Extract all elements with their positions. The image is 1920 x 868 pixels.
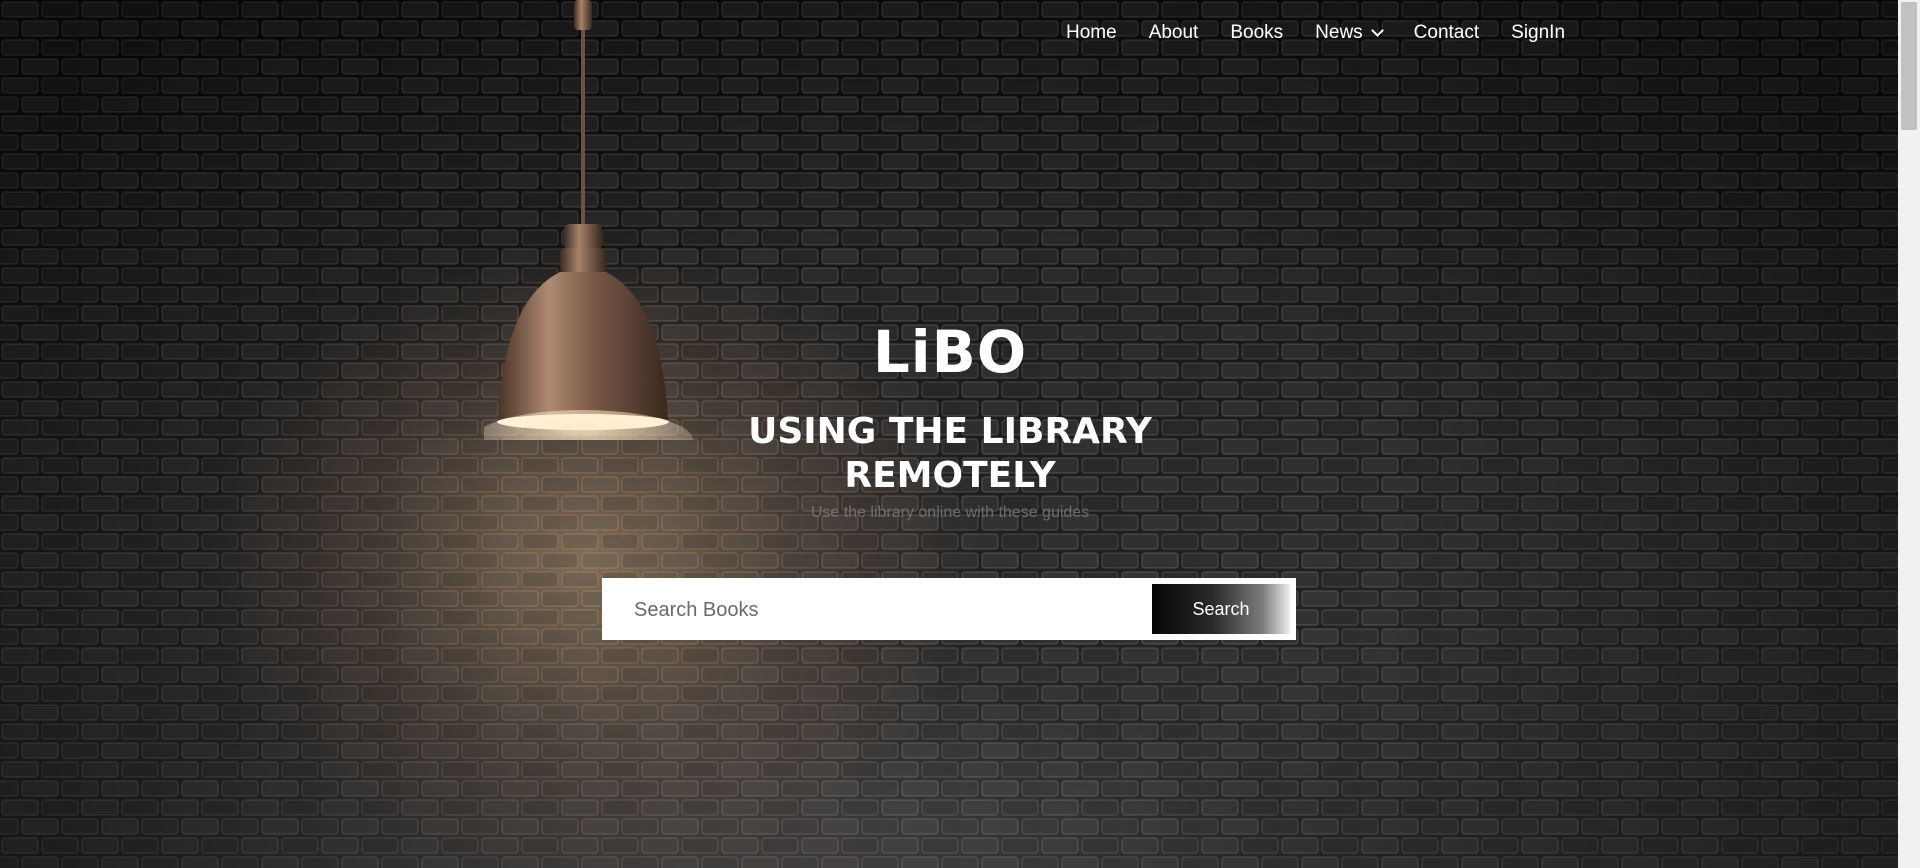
nav-label: Contact [1413, 22, 1480, 43]
nav-item-signin[interactable]: SignIn [1511, 22, 1565, 44]
search-input[interactable] [618, 584, 1176, 636]
chevron-down-icon [1370, 24, 1384, 37]
search-button[interactable]: Search [1152, 584, 1290, 634]
nav-label: SignIn [1511, 22, 1566, 43]
search-box: Search [602, 578, 1296, 640]
nav-label: About [1148, 22, 1199, 43]
nav-label: News [1315, 22, 1363, 43]
nav-label: Books [1230, 22, 1284, 43]
nav-item-about[interactable]: About [1149, 22, 1199, 44]
nav-item-home[interactable]: Home [1066, 22, 1117, 44]
hero-content: LiBO USING THE LIBRARY REMOTELY Use the … [600, 300, 1300, 522]
scrollbar[interactable] [1898, 0, 1920, 868]
nav-label: Home [1066, 22, 1117, 43]
page: Home About Books News Contact SignIn LiB… [0, 0, 1920, 868]
nav-item-contact[interactable]: Contact [1414, 22, 1479, 44]
hero-headline: USING THE LIBRARY REMOTELY [748, 410, 1152, 496]
nav-item-news[interactable]: News [1315, 22, 1384, 44]
hero-subtitle: Use the library online with these guides [810, 503, 1090, 521]
brand-title: LiBO [872, 318, 1028, 386]
scrollbar-thumb[interactable] [1901, 2, 1917, 130]
nav-item-books[interactable]: Books [1230, 22, 1283, 44]
main-nav: Home About Books News Contact SignIn [1066, 22, 1565, 44]
